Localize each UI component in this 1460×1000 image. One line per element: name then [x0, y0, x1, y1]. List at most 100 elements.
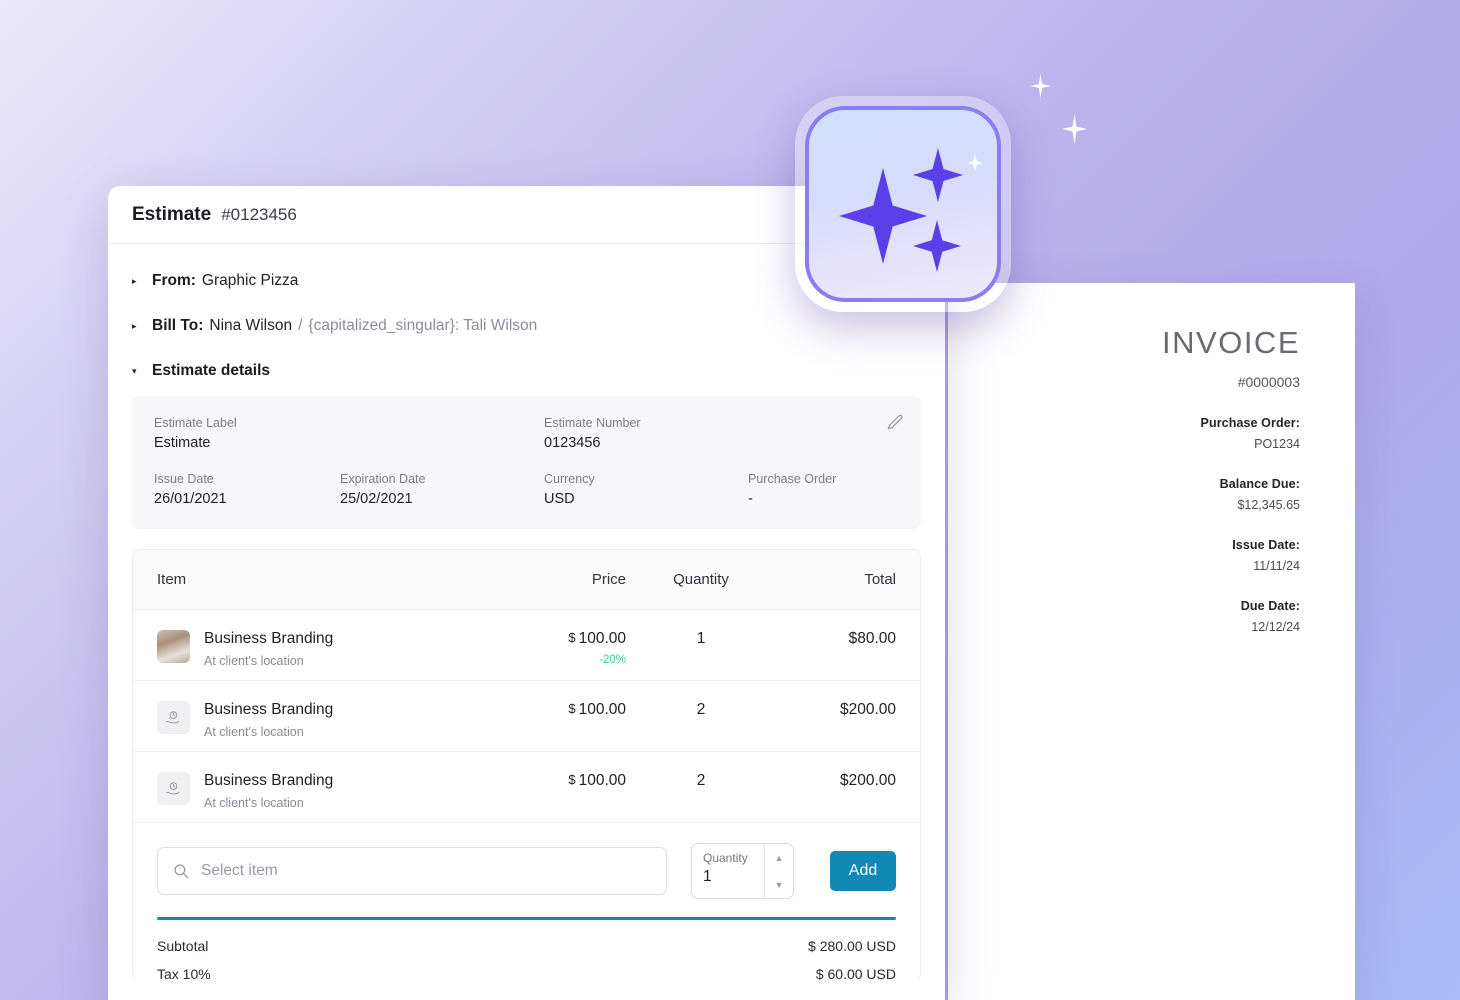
total-label: Tax 10%	[157, 966, 211, 982]
ai-sparkles-badge[interactable]	[795, 96, 1011, 312]
currency-symbol: $	[568, 772, 576, 787]
stepper-down-icon[interactable]: ▼	[765, 871, 793, 898]
estimate-number-label: #0123456	[221, 204, 297, 224]
cell-price: $100.00	[496, 701, 626, 719]
pencil-icon[interactable]	[886, 413, 905, 437]
item-photo-thumbnail	[157, 630, 190, 663]
details-row-1: Estimate Label Estimate Estimate Number …	[154, 416, 899, 451]
background-sparkle-icon	[1030, 74, 1051, 98]
detail-label: Expiration Date	[340, 472, 426, 486]
quantity-value: 1	[696, 630, 706, 647]
total-label: Subtotal	[157, 938, 209, 954]
column-header-price: Price	[591, 571, 626, 588]
estimate-details-title: Estimate details	[152, 362, 271, 379]
cell-item: Business Branding At client's location	[157, 630, 496, 668]
detail-value: Estimate	[154, 435, 211, 451]
price-amount: 100.00	[578, 701, 626, 718]
cell-price: $100.00	[496, 772, 626, 790]
price-amount: 100.00	[578, 772, 626, 789]
totals-section: Subtotal $ 280.00 USD Tax 10% $ 60.00 US…	[157, 917, 896, 982]
detail-currency: Currency USD	[544, 472, 748, 507]
bill-to-separator: /	[298, 317, 303, 334]
stepper-buttons[interactable]: ▲ ▼	[764, 844, 793, 898]
detail-value: -	[748, 491, 753, 507]
cell-quantity: 1	[626, 630, 776, 648]
chevron-right-icon[interactable]: ▸	[132, 276, 142, 286]
invoice-preview-header: INVOICE #0000003 Purchase Order: PO1234 …	[948, 283, 1355, 634]
invoice-field-due-date: Due Date: 12/12/24	[948, 599, 1300, 634]
quantity-label: Quantity	[703, 851, 748, 865]
chevron-right-icon[interactable]: ▸	[132, 321, 142, 331]
field-value: 11/11/24	[1253, 559, 1300, 573]
table-row[interactable]: Business Branding At client's location $…	[133, 752, 920, 823]
invoice-field-balance-due: Balance Due: $12,345.65	[948, 477, 1300, 512]
detail-expiration-date: Expiration Date 25/02/2021	[340, 472, 544, 507]
invoice-title: INVOICE	[1162, 325, 1300, 360]
price-value: $100.00	[496, 701, 626, 719]
table-row[interactable]: Business Branding At client's location $…	[133, 681, 920, 752]
invoice-preview-panel: INVOICE #0000003 Purchase Order: PO1234 …	[948, 283, 1355, 1000]
price-value: $100.00	[496, 772, 626, 790]
field-value: PO1234	[1254, 437, 1300, 451]
bill-to-value: Nina Wilson	[209, 317, 293, 334]
item-subtitle: At client's location	[204, 724, 304, 739]
total-value: $200.00	[839, 772, 896, 789]
stepper-up-icon[interactable]: ▲	[765, 844, 793, 871]
cell-price: $100.00 -20%	[496, 630, 626, 666]
quantity-value: 2	[696, 701, 706, 718]
cell-quantity: 2	[626, 701, 776, 719]
line-items-header: Item Price Quantity Total	[133, 550, 920, 610]
ai-sparkles-icon	[805, 106, 1001, 302]
quantity-stepper[interactable]: Quantity 1 ▲ ▼	[691, 843, 794, 899]
detail-purchase-order: Purchase Order -	[748, 472, 836, 507]
cell-item: Business Branding At client's location	[157, 701, 496, 739]
estimate-editor-card: Estimate #0123456 ▸ From: Graphic Pizza …	[108, 186, 945, 1000]
quantity-input[interactable]: Quantity 1	[692, 844, 764, 898]
total-value: $ 60.00 USD	[815, 966, 896, 982]
detail-value: 26/01/2021	[154, 491, 227, 507]
price-value: $100.00	[496, 630, 626, 648]
field-value: $12,345.65	[1237, 498, 1300, 512]
detail-label: Currency	[544, 472, 595, 486]
detail-value: USD	[544, 491, 575, 507]
invoice-field-issue-date: Issue Date: 11/11/24	[948, 538, 1300, 573]
column-header-quantity: Quantity	[673, 571, 729, 588]
field-label: Balance Due:	[1219, 477, 1300, 491]
total-line-tax: Tax 10% $ 60.00 USD	[157, 954, 896, 982]
service-placeholder-icon	[157, 772, 190, 805]
detail-value: 25/02/2021	[340, 491, 413, 507]
total-value: $80.00	[848, 630, 896, 647]
table-row[interactable]: Business Branding At client's location $…	[133, 610, 920, 681]
cell-total: $200.00	[776, 701, 896, 719]
discount-badge: -20%	[599, 654, 626, 666]
price-amount: 100.00	[578, 630, 626, 647]
chevron-down-icon[interactable]: ▾	[132, 366, 142, 376]
section-bill-to[interactable]: ▸ Bill To: Nina Wilson / {capitalized_si…	[108, 317, 945, 335]
total-value: $200.00	[839, 701, 896, 718]
detail-label: Estimate Number	[544, 416, 641, 430]
line-items-table: Item Price Quantity Total Business Brand…	[132, 549, 921, 982]
total-line-subtotal: Subtotal $ 280.00 USD	[157, 920, 896, 954]
add-button[interactable]: Add	[830, 851, 896, 891]
item-subtitle: At client's location	[204, 795, 304, 810]
cell-quantity: 2	[626, 772, 776, 790]
detail-value: 0123456	[544, 435, 601, 451]
cell-total: $200.00	[776, 772, 896, 790]
search-input[interactable]: Select item	[157, 847, 667, 895]
field-label: Issue Date:	[1232, 538, 1300, 552]
search-placeholder: Select item	[201, 862, 278, 879]
add-item-row: Select item Quantity 1 ▲ ▼ Add	[133, 823, 920, 899]
currency-symbol: $	[568, 701, 576, 716]
sparkle-white-icon	[967, 154, 983, 172]
item-name: Business Branding	[204, 772, 334, 789]
estimate-details-panel: Estimate Label Estimate Estimate Number …	[132, 396, 921, 529]
quantity-value: 1	[703, 868, 712, 885]
search-icon	[174, 864, 189, 879]
item-name: Business Branding	[204, 630, 334, 647]
cell-item: Business Branding At client's location	[157, 772, 496, 810]
details-row-2: Issue Date 26/01/2021 Expiration Date 25…	[154, 472, 899, 507]
column-header-item: Item	[157, 571, 187, 588]
total-value: $ 280.00 USD	[808, 938, 896, 954]
section-estimate-details[interactable]: ▾ Estimate details	[108, 362, 945, 380]
from-label: From:	[152, 272, 196, 289]
